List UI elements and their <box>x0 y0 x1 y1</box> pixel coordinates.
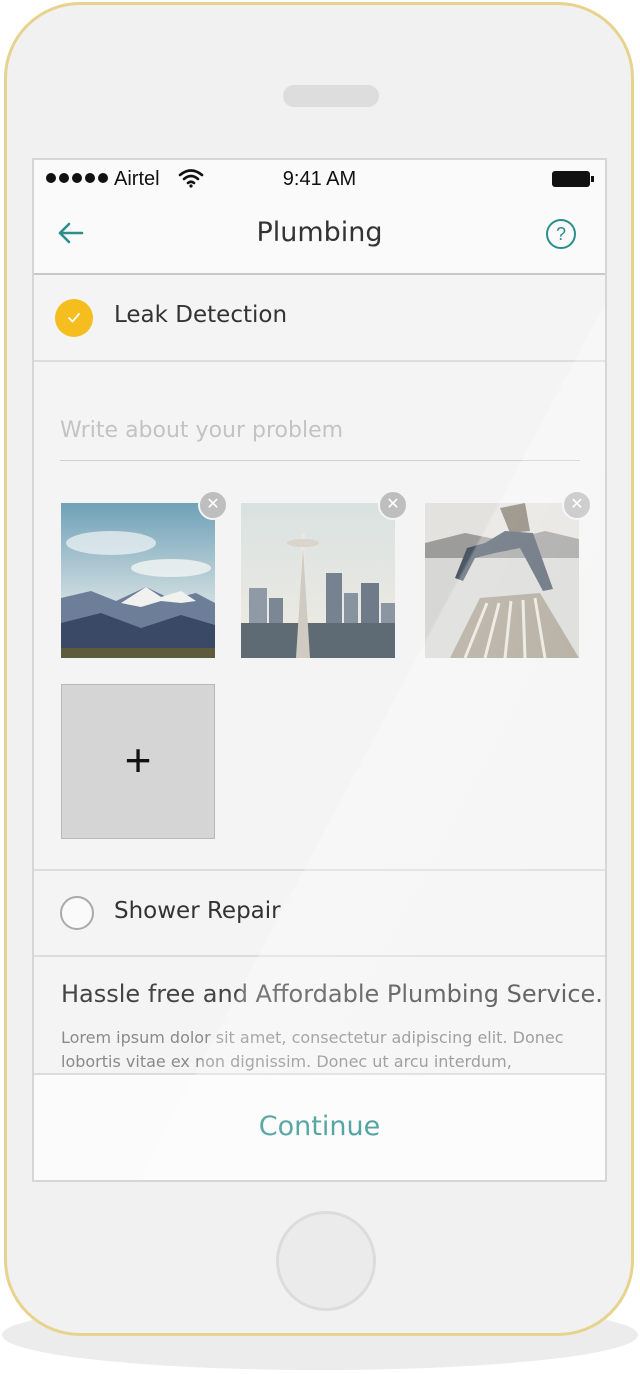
photo-thumbnail-city[interactable]: ✕ <box>241 490 408 658</box>
continue-button[interactable]: Continue <box>34 1111 605 1142</box>
city-photo <box>241 503 395 658</box>
app-screen: Airtel 9:41 AM Plumbing ? Leak Detection… <box>32 158 607 1182</box>
battery-icon <box>552 171 590 187</box>
speaker-grille <box>283 85 379 107</box>
status-bar: Airtel 9:41 AM <box>34 160 605 200</box>
battery-tip <box>591 176 594 182</box>
remove-photo-button[interactable]: ✕ <box>198 490 228 520</box>
navigation-bar: Plumbing ? <box>34 200 605 275</box>
footer-bar: Continue <box>34 1073 605 1180</box>
home-button[interactable] <box>276 1211 376 1311</box>
photo-thumbnail-jump[interactable]: ✕ <box>425 490 592 659</box>
add-photo-button[interactable]: + <box>61 684 215 839</box>
page-title: Plumbing <box>256 217 383 248</box>
service-tagline: Hassle free and Affordable Plumbing Serv… <box>61 980 603 1008</box>
service-option-shower-repair[interactable]: Shower Repair <box>34 869 605 957</box>
help-button[interactable]: ? <box>546 219 576 249</box>
mountain-photo <box>61 503 215 658</box>
photo-thumbnail-mountain[interactable]: ✕ <box>61 490 228 658</box>
service-label: Shower Repair <box>114 898 281 924</box>
problem-description-input[interactable]: Write about your problem <box>60 414 580 461</box>
remove-photo-button[interactable]: ✕ <box>562 490 592 520</box>
clock-time: 9:41 AM <box>282 168 357 190</box>
service-option-leak-detection[interactable]: Leak Detection <box>34 275 605 362</box>
service-label: Leak Detection <box>114 302 288 328</box>
remove-photo-button[interactable]: ✕ <box>378 490 408 520</box>
radio-unselected-icon[interactable] <box>60 896 94 930</box>
jumping-person-photo <box>425 503 579 659</box>
checkmark-icon[interactable] <box>55 299 93 337</box>
